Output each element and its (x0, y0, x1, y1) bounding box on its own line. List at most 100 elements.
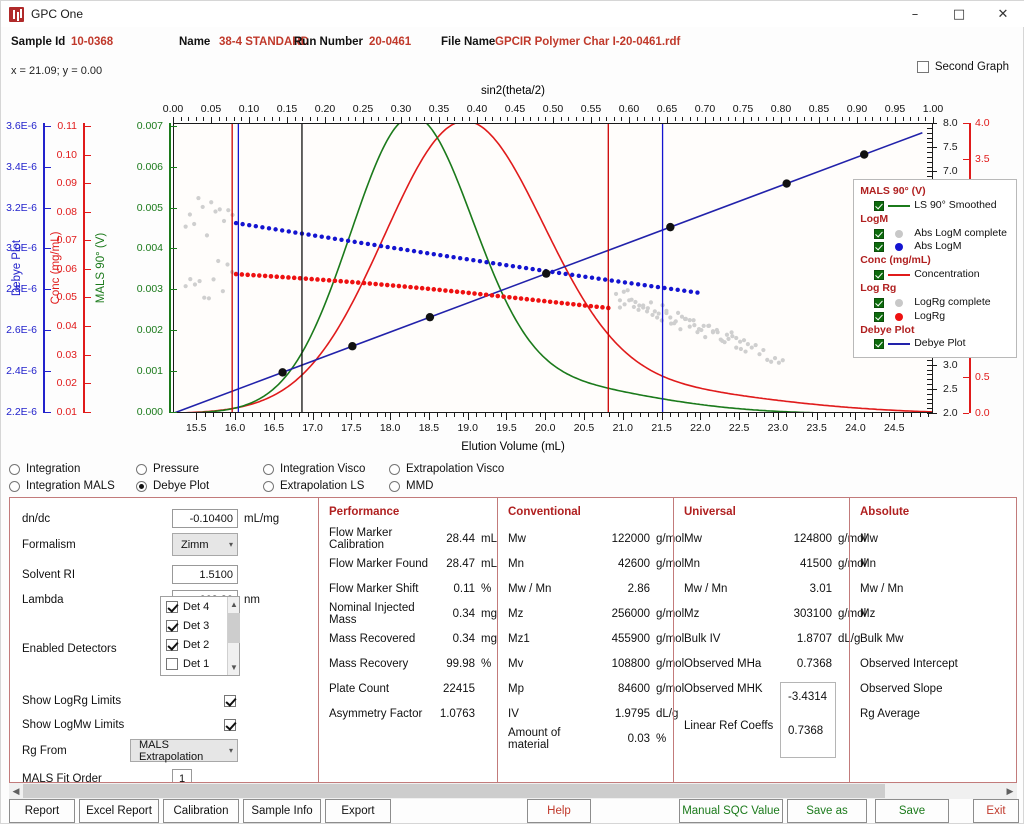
exit-button[interactable]: Exit (973, 799, 1019, 823)
show-logmw-limits-row[interactable]: Show LogMw Limits (10, 712, 250, 737)
row-value[interactable]: 1.0763 (437, 708, 475, 720)
scroll-up-icon[interactable]: ▲ (228, 597, 240, 612)
row-value[interactable]: 42600 (604, 558, 650, 570)
legend-checkbox[interactable] (874, 270, 885, 281)
calibration-button[interactable]: Calibration (163, 799, 239, 823)
row-value[interactable]: 41500 (780, 558, 832, 570)
second-graph-toggle[interactable]: Second Graph (916, 61, 1009, 73)
row-value[interactable]: 0.34 (437, 608, 475, 620)
radio-button[interactable] (263, 463, 274, 475)
save-button[interactable]: Save (875, 799, 949, 823)
maximize-button[interactable]: □ (937, 1, 981, 27)
dndc-input[interactable]: -0.10400 (172, 509, 238, 528)
legend-entry[interactable]: Abs LogM complete (860, 227, 1007, 241)
scroll-left-icon[interactable]: ◀ (9, 786, 23, 797)
scroll-thumb[interactable] (23, 784, 886, 798)
row-value[interactable]: 108800 (604, 658, 650, 670)
view-mode-radio-mmd[interactable]: MMD (389, 480, 433, 492)
bottom-button-bar[interactable]: Report Excel Report Calibration Sample Info… (1, 799, 1024, 824)
detector-checkbox[interactable] (166, 657, 178, 670)
radio-button[interactable] (136, 463, 147, 475)
scroll-down-icon[interactable]: ▼ (228, 660, 240, 675)
debye-plot-chart[interactable]: sin2(theta/2) 0.00 0.05 0.10 0.15 0.20 0.25 0.… (1, 83, 1024, 461)
row-value[interactable]: 28.47 (437, 558, 475, 570)
detectors-scrollbar[interactable]: ▲ ▼ (227, 597, 240, 675)
legend-checkbox[interactable] (874, 228, 885, 239)
excel-report-button[interactable]: Excel Report (79, 799, 159, 823)
detector-checkbox[interactable] (166, 619, 178, 632)
row-value[interactable]: 1.8707 (780, 633, 832, 645)
radio-button[interactable] (9, 463, 20, 475)
legend-checkbox[interactable] (874, 200, 885, 211)
enabled-detectors-list[interactable]: Det 4 Det 3 Det 2 Det 1 ▲ ▼ (160, 596, 240, 676)
radio-button[interactable] (389, 463, 400, 475)
debye-data-point[interactable] (348, 342, 357, 351)
plot-area[interactable] (173, 123, 933, 413)
help-button[interactable]: Help (527, 799, 591, 823)
row-value[interactable]: 3.01 (780, 583, 832, 595)
legend-checkbox[interactable] (874, 297, 885, 308)
legend-checkbox[interactable] (874, 242, 885, 253)
radio-button[interactable] (9, 480, 20, 492)
chart-legend[interactable]: MALS 90° (V) LS 90° Smoothed LogM Abs LogM … (853, 179, 1017, 359)
legend-entry[interactable]: LogRg complete (860, 296, 1007, 310)
row-value[interactable]: 28.44 (437, 533, 475, 545)
radio-button[interactable] (389, 480, 400, 492)
view-mode-radio-debye-plot[interactable]: Debye Plot (136, 480, 209, 492)
row-value[interactable]: 124800 (780, 533, 832, 545)
legend-checkbox[interactable] (874, 339, 885, 350)
debye-data-point[interactable] (542, 269, 551, 278)
legend-entry[interactable]: LS 90° Smoothed (860, 199, 1007, 213)
debye-data-point[interactable] (278, 368, 287, 377)
row-value[interactable]: 2.86 (604, 583, 650, 595)
row-value[interactable]: 455900 (604, 633, 650, 645)
view-mode-radio-integration-mals[interactable]: Integration MALS (9, 480, 115, 492)
file-name-value[interactable]: GPCIR Polymer Char I-20-0461.rdf (495, 36, 680, 48)
show-logmw-limits-checkbox[interactable] (224, 718, 236, 731)
detector-checkbox[interactable] (166, 638, 178, 651)
save-as-button[interactable]: Save as (787, 799, 867, 823)
row-value[interactable]: 22415 (437, 683, 475, 695)
row-value[interactable]: 84600 (604, 683, 650, 695)
radio-button[interactable] (263, 480, 274, 492)
scroll-right-icon[interactable]: ▶ (1003, 786, 1017, 797)
solvent-ri-input[interactable]: 1.5100 (172, 565, 238, 584)
row-value[interactable]: 256000 (604, 608, 650, 620)
row-value[interactable]: 0.11 (437, 583, 475, 595)
second-graph-checkbox[interactable] (916, 61, 929, 73)
sample-id-value[interactable]: 10-0368 (71, 36, 113, 48)
manual-sqc-value-button[interactable]: Manual SQC Value (679, 799, 783, 823)
minimize-button[interactable]: – (893, 1, 937, 27)
legend-checkbox[interactable] (874, 311, 885, 322)
detectors-scroll-thumb[interactable] (228, 613, 240, 643)
run-number-value[interactable]: 20-0461 (369, 36, 411, 48)
row-value[interactable]: 1.9795 (604, 708, 650, 720)
view-mode-radio-extrapolation-visco[interactable]: Extrapolation Visco (389, 463, 504, 475)
results-horizontal-scrollbar[interactable]: ◀ ▶ (9, 783, 1017, 799)
legend-entry[interactable]: Concentration (860, 268, 1007, 282)
debye-data-point[interactable] (782, 179, 791, 188)
debye-data-point[interactable] (425, 312, 435, 322)
debye-data-point[interactable] (860, 150, 869, 159)
sample-info-button[interactable]: Sample Info (243, 799, 321, 823)
row-value[interactable]: 0.34 (437, 633, 475, 645)
detector-checkbox[interactable] (166, 600, 178, 613)
linear-ref-coeffs-box[interactable]: -3.4314 0.7368 (780, 682, 836, 758)
row-value[interactable]: 0.03 (604, 733, 650, 745)
radio-button[interactable] (136, 480, 147, 492)
view-mode-radio-extrapolation-ls[interactable]: Extrapolation LS (263, 480, 364, 492)
view-mode-radio-integration[interactable]: Integration (9, 463, 80, 475)
row-value[interactable]: 122000 (604, 533, 650, 545)
show-logrg-limits-checkbox[interactable] (224, 694, 236, 707)
mals-fit-order-input[interactable]: 1 (172, 769, 192, 782)
row-value[interactable]: 303100 (780, 608, 832, 620)
legend-entry[interactable]: Abs LogM (860, 240, 1007, 254)
view-mode-radio-integration-visco[interactable]: Integration Visco (263, 463, 365, 475)
view-mode-radio-pressure[interactable]: Pressure (136, 463, 199, 475)
debye-data-point[interactable] (666, 222, 675, 232)
export-button[interactable]: Export (325, 799, 391, 823)
view-mode-radio-group[interactable]: Integration Integration MALS Pressure Debye… (1, 461, 1024, 497)
scroll-track[interactable] (23, 784, 1003, 798)
row-value[interactable]: 99.98 (437, 658, 475, 670)
show-logrg-limits-row[interactable]: Show LogRg Limits (10, 688, 250, 713)
